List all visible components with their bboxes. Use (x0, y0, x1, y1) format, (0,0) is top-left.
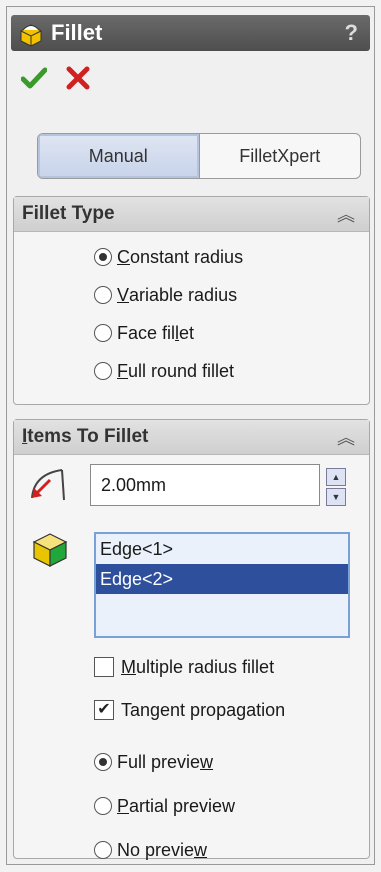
radio-full-round-fillet[interactable]: Full round fillet (94, 352, 369, 390)
fillet-type-options: Constant radius Variable radius Face fil… (14, 232, 369, 390)
spin-up-icon[interactable]: ▲ (326, 468, 346, 486)
spin-down-icon[interactable]: ▼ (326, 488, 346, 506)
radius-input[interactable]: 2.00mm (90, 464, 320, 506)
radius-spinner: ▲ ▼ (326, 468, 346, 508)
radio-button-icon (94, 362, 112, 380)
panel-title: Fillet (51, 20, 103, 45)
action-bar (7, 51, 374, 95)
radio-button-icon (94, 841, 112, 859)
collapse-chevron-icon[interactable]: ︽ (337, 201, 355, 227)
title-bar: Fillet ? (11, 15, 370, 51)
radio-button-icon (94, 753, 112, 771)
tab-filletxpert[interactable]: FilletXpert (200, 134, 361, 178)
fillet-type-title: Fillet Type (22, 203, 115, 224)
items-to-fillet-group: Items To Fillet ︽ 2.00mm ▲ ▼ Edge<1> Edg… (13, 419, 370, 860)
radio-button-icon (94, 248, 112, 266)
radio-no-preview[interactable]: No previe w (94, 828, 285, 872)
fillet-type-group: Fillet Type ︽ Constant radius Variable r… (13, 196, 370, 405)
radius-icon (31, 469, 65, 501)
options-block: Multiple radius fillet ✔ Tangent propaga… (94, 646, 285, 872)
radio-partial-preview[interactable]: Partial preview (94, 784, 285, 828)
help-icon[interactable]: ? (345, 20, 358, 46)
mode-tabs: Manual FilletXpert (37, 133, 361, 179)
items-to-fillet-header[interactable]: Items To Fillet ︽ (14, 420, 369, 455)
collapse-chevron-icon[interactable]: ︽ (337, 424, 355, 450)
list-item[interactable]: Edge<1> (96, 534, 348, 564)
checkbox-icon (94, 657, 114, 677)
cancel-x-icon[interactable] (65, 66, 91, 90)
checkbox-multiple-radius-fillet[interactable]: Multiple radius fillet (94, 646, 285, 688)
tab-manual[interactable]: Manual (38, 134, 200, 178)
radio-variable-radius[interactable]: Variable radius (94, 276, 369, 314)
fillet-property-manager: Fillet ? Manual FilletXpert Fillet Type … (6, 6, 375, 865)
ok-checkmark-icon[interactable] (21, 66, 47, 90)
radio-button-icon (94, 324, 112, 342)
fillet-feature-icon (20, 24, 42, 47)
checkbox-tangent-propagation[interactable]: ✔ Tangent propagation (94, 688, 285, 732)
checkmark-icon: ✔ (94, 700, 114, 720)
edge-selection-cube-icon (32, 533, 68, 567)
list-item[interactable]: Edge<2> (96, 564, 348, 594)
radio-full-preview[interactable]: Full previe w (94, 740, 285, 784)
fillet-type-header[interactable]: Fillet Type ︽ (14, 197, 369, 232)
radio-button-icon (94, 797, 112, 815)
items-to-fillet-title: Items To Fillet (22, 426, 149, 447)
radio-face-fillet[interactable]: Face fil l et (94, 314, 369, 352)
radio-button-icon (94, 286, 112, 304)
edge-selection-list[interactable]: Edge<1> Edge<2> (94, 532, 350, 638)
radio-constant-radius[interactable]: Constant radius (94, 238, 369, 276)
